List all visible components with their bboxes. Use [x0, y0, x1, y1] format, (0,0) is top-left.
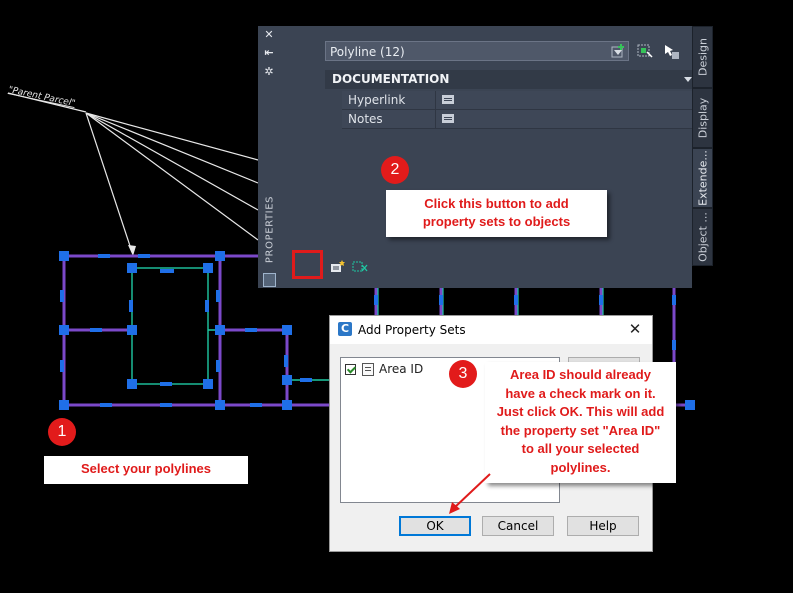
callout-2-line-1: Click this button to add	[424, 196, 569, 211]
callout-3-line-5: to all your selected	[521, 441, 640, 456]
remove-property-sets-icon	[352, 261, 368, 272]
select-objects-button[interactable]	[636, 42, 654, 60]
properties-palette[interactable]: ✕ ⇤ ✲ PROPERTIES Polyline (12) DOCUMENTA…	[258, 26, 699, 288]
dialog-titlebar[interactable]: C Add Property Sets ✕	[330, 316, 652, 344]
leader-lines	[7, 92, 259, 253]
palette-content: Polyline (12) DOCUMENTATION Hyperlink No…	[282, 26, 699, 288]
callout-3-line-6: polylines.	[550, 459, 611, 475]
step-badge-1: 1	[48, 418, 76, 446]
callout-2-line-2: property sets to objects	[422, 214, 571, 229]
callout-step-1: Select your polylines	[44, 456, 248, 484]
property-label: Hyperlink	[348, 93, 406, 107]
close-icon[interactable]: ✕	[626, 320, 644, 338]
quick-select-icon	[611, 44, 624, 58]
palette-title-strip[interactable]: ✕ ⇤ ✲ PROPERTIES	[258, 26, 280, 288]
settings-icon[interactable]: ✲	[262, 65, 276, 79]
toggle-pickadd-button[interactable]	[662, 42, 680, 60]
callout-3-line-4: the property set "Area ID"	[500, 422, 661, 438]
section-indent	[325, 90, 342, 128]
property-label: Notes	[348, 112, 383, 126]
leader-arrowhead	[128, 245, 136, 256]
tab-object-viewer[interactable]: Object ...	[692, 208, 713, 266]
property-set-name: Area ID	[379, 362, 424, 376]
step-badge-2: 2	[381, 156, 409, 184]
callout-step-2: Click this button to add property sets t…	[386, 190, 607, 237]
callout-3-line-1: Area ID should already	[510, 367, 651, 382]
help-button[interactable]: Help	[567, 516, 639, 536]
callout-3-line-2: have a check mark on it.	[505, 385, 656, 401]
tab-display[interactable]: Display	[692, 88, 713, 148]
callout-step-3: Area ID should already have a check mark…	[485, 362, 676, 483]
pickadd-icon	[665, 45, 679, 59]
add-property-sets-icon	[331, 260, 345, 272]
palette-title: PROPERTIES	[264, 195, 276, 264]
object-type-dropdown[interactable]: Polyline (12)	[325, 41, 629, 61]
tab-extended-data[interactable]: Extende...	[692, 148, 713, 208]
property-row-notes[interactable]: Notes	[342, 110, 699, 129]
quick-select-button[interactable]	[610, 42, 628, 60]
palette-properties-icon[interactable]	[263, 273, 276, 287]
callout-3-arrow	[449, 473, 491, 514]
checkbox-checked[interactable]	[345, 364, 356, 375]
object-type-value: Polyline (12)	[330, 45, 405, 59]
property-value[interactable]	[435, 91, 516, 109]
documentation-section-header[interactable]: DOCUMENTATION	[325, 70, 699, 89]
table-icon[interactable]	[442, 114, 454, 123]
section-title: DOCUMENTATION	[332, 72, 450, 86]
inner-lot-lines-upper	[377, 288, 604, 315]
table-icon[interactable]	[442, 95, 454, 104]
add-property-sets-highlight	[292, 250, 323, 279]
close-icon[interactable]: ✕	[262, 28, 276, 42]
callout-3-line-3: Just click OK. This will add	[496, 404, 665, 419]
add-property-sets-button[interactable]	[330, 258, 346, 272]
property-set-icon	[362, 363, 374, 376]
property-value[interactable]	[435, 110, 516, 128]
property-row-hyperlink[interactable]: Hyperlink	[342, 91, 699, 110]
step-badge-3: 3	[449, 360, 477, 388]
chevron-down-icon[interactable]	[684, 77, 692, 82]
parent-parcel-label: "Parent Parcel"	[7, 85, 76, 109]
pin-icon[interactable]: ⇤	[262, 46, 276, 60]
remove-property-sets-button[interactable]	[352, 258, 368, 272]
dialog-title: Add Property Sets	[358, 323, 466, 337]
tab-design[interactable]: Design	[692, 26, 713, 88]
civil3d-app-icon: C	[338, 322, 352, 336]
select-objects-icon	[637, 44, 653, 58]
